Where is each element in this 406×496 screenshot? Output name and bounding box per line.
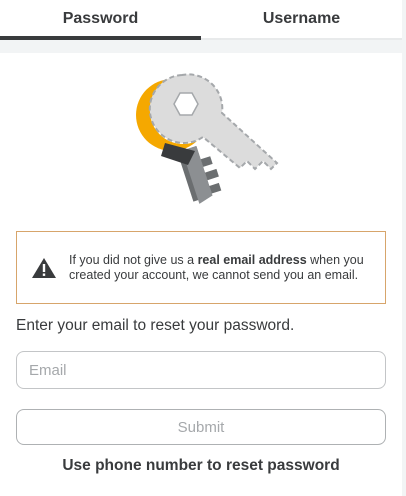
warning-icon: [32, 257, 56, 278]
phone-reset-link[interactable]: Use phone number to reset password: [0, 457, 402, 475]
email-field[interactable]: [16, 351, 386, 389]
recovery-tabs: Password Username: [0, 0, 402, 40]
alert-message: If you did not give us a real email addr…: [69, 252, 364, 282]
alert-emphasis: real email address: [197, 252, 307, 267]
reset-instructions: Enter your email to reset your password.: [16, 317, 295, 334]
key-icon: [136, 73, 279, 204]
tab-username[interactable]: Username: [201, 0, 402, 40]
submit-button[interactable]: Submit: [16, 409, 386, 445]
email-warning-alert: If you did not give us a real email addr…: [16, 231, 386, 304]
tab-password[interactable]: Password: [0, 0, 201, 40]
